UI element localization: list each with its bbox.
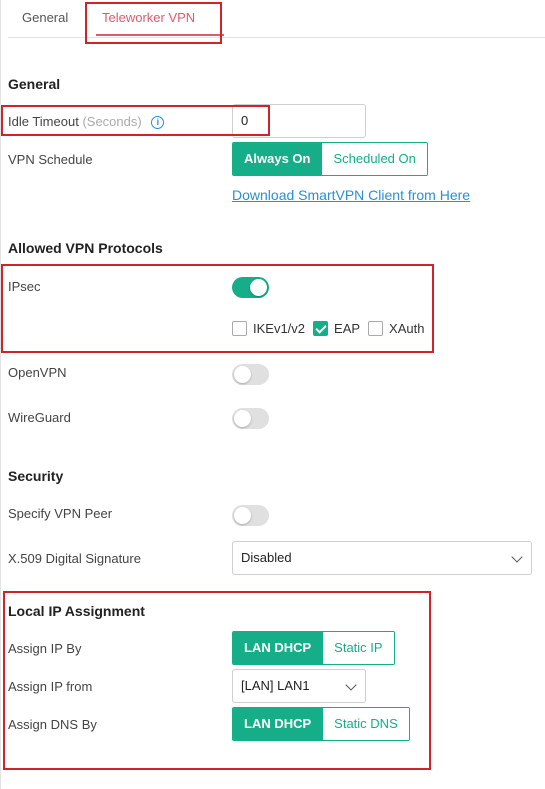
chevron-down-icon bbox=[511, 551, 523, 563]
static-dns-button[interactable]: Static DNS bbox=[322, 708, 409, 740]
vpn-peer-label: Specify VPN Peer bbox=[8, 506, 113, 521]
xauth-option[interactable]: XAuth bbox=[368, 321, 424, 336]
toggle-knob bbox=[234, 410, 251, 427]
scheduled-on-button[interactable]: Scheduled On bbox=[321, 143, 427, 175]
ikev1v2-option[interactable]: IKEv1/v2 bbox=[232, 321, 305, 336]
idle-timeout-label-text: Idle Timeout bbox=[8, 114, 79, 129]
active-tab-indicator bbox=[96, 34, 224, 36]
x509-select[interactable]: Disabled bbox=[232, 541, 532, 575]
tab-teleworker-vpn[interactable]: Teleworker VPN bbox=[102, 10, 195, 25]
tab-general[interactable]: General bbox=[22, 10, 68, 25]
always-on-button[interactable]: Always On bbox=[233, 143, 322, 175]
toggle-knob bbox=[234, 366, 251, 383]
vpn-schedule-label: VPN Schedule bbox=[8, 152, 93, 167]
left-border bbox=[0, 0, 1, 789]
section-heading-general: General bbox=[8, 76, 61, 92]
toggle-knob bbox=[234, 507, 251, 524]
wireguard-toggle[interactable] bbox=[232, 408, 269, 429]
assign-ip-by-selector: LAN DHCP Static IP bbox=[232, 631, 395, 665]
chevron-down-icon bbox=[345, 679, 357, 691]
section-heading-security: Security bbox=[8, 468, 64, 484]
assign-dns-by-selector: LAN DHCP Static DNS bbox=[232, 707, 410, 741]
assign-ip-from-select[interactable]: [LAN] LAN1 bbox=[232, 669, 366, 703]
eap-checkbox[interactable] bbox=[313, 321, 329, 336]
dns-lan-dhcp-button[interactable]: LAN DHCP bbox=[233, 708, 323, 740]
openvpn-toggle[interactable] bbox=[232, 364, 269, 385]
ipsec-label: IPsec bbox=[8, 279, 41, 294]
wireguard-label: WireGuard bbox=[8, 410, 71, 425]
ipsec-options: IKEv1/v2 EAP XAuth bbox=[232, 321, 432, 336]
idle-timeout-label: Idle Timeout (Seconds) i bbox=[8, 114, 165, 130]
xauth-label: XAuth bbox=[389, 321, 425, 336]
xauth-checkbox[interactable] bbox=[368, 321, 384, 336]
ikev1v2-label: IKEv1/v2 bbox=[253, 321, 306, 336]
ipsec-toggle[interactable] bbox=[232, 277, 269, 298]
download-smartvpn-link[interactable]: Download SmartVPN Client from Here bbox=[232, 187, 470, 203]
vpn-peer-toggle[interactable] bbox=[232, 505, 269, 526]
assign-ip-from-value: [LAN] LAN1 bbox=[241, 678, 310, 693]
assign-ip-by-label: Assign IP By bbox=[8, 641, 82, 656]
eap-option[interactable]: EAP bbox=[313, 321, 360, 336]
x509-label: X.509 Digital Signature bbox=[8, 551, 141, 566]
assign-ip-lan-dhcp-button[interactable]: LAN DHCP bbox=[233, 632, 323, 664]
x509-value: Disabled bbox=[241, 550, 292, 565]
eap-label: EAP bbox=[334, 321, 361, 336]
section-heading-local-ip: Local IP Assignment bbox=[8, 603, 145, 619]
openvpn-label: OpenVPN bbox=[8, 365, 67, 380]
idle-timeout-input[interactable]: 0 bbox=[232, 104, 366, 138]
assign-ip-from-label: Assign IP from bbox=[8, 679, 93, 694]
highlight-box-ipsec bbox=[1, 264, 434, 353]
section-heading-protocols: Allowed VPN Protocols bbox=[8, 240, 163, 256]
assign-dns-by-label: Assign DNS By bbox=[8, 717, 97, 732]
idle-timeout-unit-hint: (Seconds) bbox=[82, 114, 142, 129]
tab-bar: General Teleworker VPN bbox=[8, 0, 545, 38]
toggle-knob bbox=[250, 279, 267, 296]
vpn-schedule-selector: Always On Scheduled On bbox=[232, 142, 428, 176]
ikev1v2-checkbox[interactable] bbox=[232, 321, 247, 336]
info-icon[interactable]: i bbox=[151, 116, 165, 130]
assign-ip-static-button[interactable]: Static IP bbox=[322, 632, 394, 664]
